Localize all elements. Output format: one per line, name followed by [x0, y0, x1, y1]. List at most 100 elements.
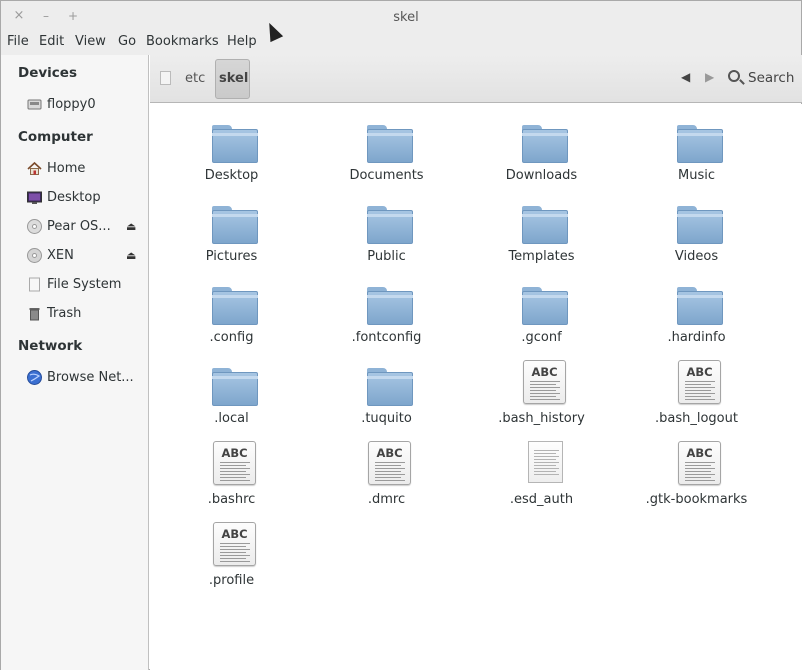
file-item[interactable]: ABC .bashrc: [154, 433, 309, 514]
file-name-label: Public: [367, 249, 406, 264]
file-name-label: .hardinfo: [667, 330, 726, 345]
optical-disc-icon: [27, 219, 42, 234]
floppy-icon: [27, 99, 42, 110]
folder-icon: [519, 198, 568, 246]
sidebar-item-label: Home: [47, 161, 86, 176]
sidebar-heading-devices: Devices: [18, 65, 77, 81]
folder-icon: [209, 279, 258, 327]
folder-item[interactable]: Music: [619, 109, 774, 190]
file-item[interactable]: ABC .dmrc: [309, 433, 464, 514]
folder-item[interactable]: Pictures: [154, 190, 309, 271]
trash-icon: [29, 308, 40, 321]
file-name-label: .profile: [208, 573, 255, 588]
folder-icon: [209, 360, 258, 408]
file-name-label: .config: [209, 330, 254, 345]
menu-bar: File Edit View Go Bookmarks Help: [1, 33, 801, 55]
folder-item[interactable]: .hardinfo: [619, 271, 774, 352]
file-item[interactable]: ABC .bash_history: [464, 352, 619, 433]
file-name-label: Pictures: [205, 249, 258, 264]
drive-icon: [27, 248, 42, 263]
sidebar-item-pear-os[interactable]: Pear OS... ⏏: [1, 215, 148, 239]
folder-item[interactable]: Downloads: [464, 109, 619, 190]
sidebar-item-file-system[interactable]: File System: [1, 273, 148, 297]
text-file-icon: ABC: [674, 360, 722, 408]
file-name-label: .dmrc: [367, 492, 406, 507]
folder-icon: [364, 279, 413, 327]
forward-arrow-icon[interactable]: ▶: [705, 70, 714, 84]
file-item[interactable]: .esd_auth: [464, 433, 619, 514]
back-arrow-icon[interactable]: ◀: [681, 70, 690, 84]
sidebar-item-home[interactable]: Home: [1, 157, 148, 181]
text-file-icon: ABC: [209, 441, 257, 489]
sidebar-heading-computer: Computer: [18, 129, 93, 145]
file-item[interactable]: ABC .bash_logout: [619, 352, 774, 433]
file-grid: Desktop Documents Downloads Music Pictures Pu…: [150, 104, 802, 670]
folder-item[interactable]: .local: [154, 352, 309, 433]
toolbar: etc skel ◀ ▶ Search: [150, 55, 802, 103]
folder-icon: [209, 117, 258, 165]
folder-item[interactable]: .gconf: [464, 271, 619, 352]
file-item[interactable]: ABC .profile: [154, 514, 309, 595]
menu-bookmarks[interactable]: Bookmarks: [146, 34, 219, 49]
folder-icon: [674, 117, 723, 165]
sidebar-item-browse-network[interactable]: Browse Net...: [1, 366, 148, 390]
sidebar-item-desktop[interactable]: Desktop: [1, 186, 148, 210]
menu-view[interactable]: View: [75, 34, 106, 49]
desktop-icon: [27, 191, 42, 204]
sidebar-item-xen[interactable]: XEN ⏏: [1, 244, 148, 268]
folder-item[interactable]: .fontconfig: [309, 271, 464, 352]
menu-file[interactable]: File: [7, 34, 29, 49]
filesystem-icon: [29, 277, 40, 292]
sidebar-item-label: floppy0: [47, 97, 96, 112]
file-name-label: Documents: [349, 168, 424, 183]
file-name-label: .bash_logout: [655, 411, 738, 426]
folder-icon: [519, 117, 568, 165]
search-icon: [728, 70, 740, 82]
sidebar-item-floppy0[interactable]: floppy0: [1, 93, 148, 117]
sidebar-item-label: Trash: [47, 306, 82, 321]
title-bar[interactable]: × – + skel: [1, 1, 801, 33]
home-icon: [27, 161, 42, 175]
menu-go[interactable]: Go: [118, 34, 136, 49]
file-name-label: .tuquito: [361, 411, 412, 426]
folder-icon: [364, 117, 413, 165]
menu-help[interactable]: Help: [227, 34, 257, 49]
folder-icon: [364, 198, 413, 246]
menu-edit[interactable]: Edit: [39, 34, 64, 49]
places-sidebar: Devices floppy0 Computer Home Desktop Pe…: [1, 55, 149, 670]
folder-icon: [209, 198, 258, 246]
text-file-icon: ABC: [519, 360, 567, 408]
folder-icon: [674, 279, 723, 327]
eject-icon[interactable]: ⏏: [126, 220, 136, 233]
file-item[interactable]: ABC .gtk-bookmarks: [619, 433, 774, 514]
search-label: Search: [748, 70, 795, 86]
folder-icon: [674, 198, 723, 246]
eject-icon[interactable]: ⏏: [126, 249, 136, 262]
window-title: skel: [393, 10, 419, 25]
breadcrumb-etc[interactable]: etc: [185, 71, 205, 86]
folder-item[interactable]: .config: [154, 271, 309, 352]
folder-item[interactable]: Public: [309, 190, 464, 271]
text-file-icon: ABC: [364, 441, 412, 489]
folder-item[interactable]: Templates: [464, 190, 619, 271]
folder-item[interactable]: Videos: [619, 190, 774, 271]
root-crumb-icon[interactable]: [160, 71, 171, 85]
sidebar-item-label: Desktop: [47, 190, 101, 205]
sidebar-item-trash[interactable]: Trash: [1, 302, 148, 326]
folder-icon: [364, 360, 413, 408]
sidebar-heading-network: Network: [18, 338, 83, 354]
file-name-label: Videos: [674, 249, 719, 264]
file-name-label: .gtk-bookmarks: [645, 492, 748, 507]
network-globe-icon: [27, 370, 42, 385]
text-file-icon: ABC: [209, 522, 257, 570]
folder-item[interactable]: Desktop: [154, 109, 309, 190]
file-manager-window: × – + skel File Edit View Go Bookmarks H…: [0, 0, 802, 670]
sidebar-item-label: XEN: [47, 248, 74, 263]
breadcrumb-skel[interactable]: skel: [215, 59, 250, 99]
file-name-label: Music: [678, 168, 715, 183]
file-name-label: .bashrc: [207, 492, 256, 507]
file-name-label: .local: [214, 411, 249, 426]
folder-item[interactable]: Documents: [309, 109, 464, 190]
file-name-label: .esd_auth: [509, 492, 574, 507]
folder-item[interactable]: .tuquito: [309, 352, 464, 433]
